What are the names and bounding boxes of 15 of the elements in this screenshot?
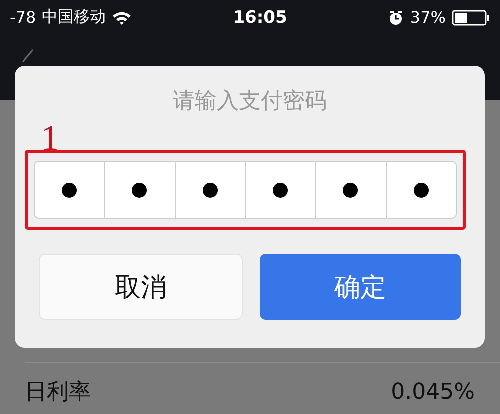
password-field[interactable] [34,161,457,219]
row-value: 0.045% [391,380,475,404]
row-label: 日利率 [25,379,91,407]
carrier-name: 中国移动 [42,7,106,28]
confirm-button[interactable]: 确定 [260,254,461,320]
clock-time: 16:05 [233,8,288,28]
alarm-clock-icon [388,10,404,26]
signal-strength: -78 [10,8,36,27]
back-chevron-icon [22,49,34,63]
dialog-title: 请输入支付密码 [172,88,328,116]
wifi-icon [112,10,132,24]
annotation-number: 1 [41,120,59,156]
cancel-button[interactable]: 取消 [39,254,242,320]
battery-icon [452,10,490,26]
battery-percentage: 37% [410,8,446,27]
